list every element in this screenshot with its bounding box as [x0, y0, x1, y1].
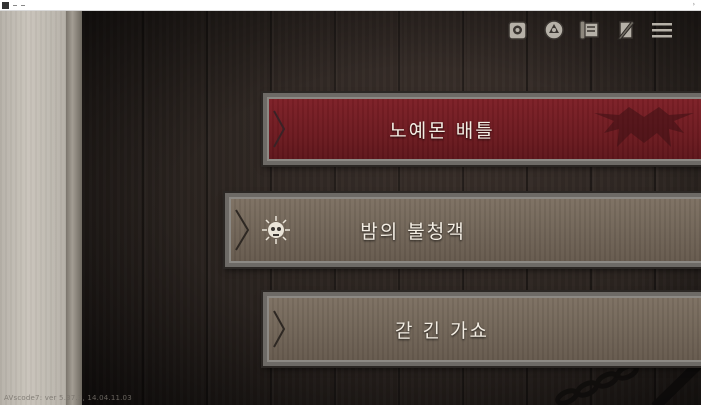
collection-icon[interactable]	[505, 17, 531, 43]
night-label: 밤의 불청객	[360, 220, 466, 243]
emblem-icon[interactable]	[541, 17, 567, 43]
window-control[interactable]	[21, 4, 25, 6]
panel-border	[66, 11, 82, 405]
build-version-text: AVscode7: ver 5.37.3, 14.04.11.03	[4, 394, 132, 402]
chevron-right-icon	[235, 209, 249, 251]
top-toolbar	[505, 17, 675, 43]
quill-icon[interactable]	[613, 17, 639, 43]
window-title-bar: ›	[0, 0, 701, 11]
app-icon	[2, 1, 9, 9]
window-close-icon[interactable]: ›	[693, 2, 695, 8]
window-control[interactable]	[13, 4, 17, 6]
chevron-right-icon	[273, 110, 285, 148]
chevron-right-icon	[273, 310, 285, 348]
night-intruder-button[interactable]: 밤의 불청객	[223, 191, 701, 269]
scroll-icon[interactable]	[577, 17, 603, 43]
battle-label: 노예몬 배틀	[389, 119, 495, 142]
skull-sun-icon	[262, 216, 290, 244]
slave-mon-battle-button[interactable]: 노예몬 배틀	[261, 91, 701, 167]
songs-button[interactable]: 갇 긴 가쇼	[261, 290, 701, 368]
demon-emblem-icon	[594, 107, 694, 147]
game-screen: › 노예몬 배틀 밤의 불청객 갇 긴 가쇼 AVscode7: ver 5.3…	[0, 0, 701, 405]
songs-label: 갇 긴 가쇼	[395, 319, 489, 342]
hamburger-menu-icon[interactable]	[649, 17, 675, 43]
